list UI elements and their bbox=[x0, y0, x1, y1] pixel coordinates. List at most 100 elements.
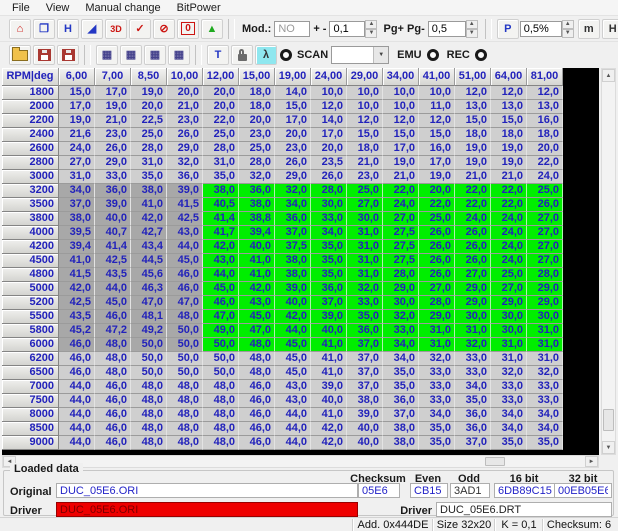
grid-cell[interactable]: 28,0 bbox=[383, 268, 419, 282]
grid-cell[interactable]: 32,0 bbox=[167, 156, 203, 170]
lock-button[interactable] bbox=[231, 45, 253, 65]
grid-cell[interactable]: 40,0 bbox=[239, 240, 275, 254]
grid-cell[interactable]: 40,0 bbox=[311, 394, 347, 408]
grid-cell[interactable]: 41,0 bbox=[311, 408, 347, 422]
grid-cell[interactable]: 50,0 bbox=[203, 352, 239, 366]
grid-cell[interactable]: 31,0 bbox=[347, 226, 383, 240]
grid-cell[interactable]: 31,0 bbox=[347, 254, 383, 268]
grid-cell[interactable]: 36,0 bbox=[455, 408, 491, 422]
grid-cell[interactable]: 14,0 bbox=[275, 86, 311, 100]
grid-cell[interactable]: 27,0 bbox=[527, 226, 563, 240]
grid-cell[interactable]: 41,4 bbox=[95, 240, 131, 254]
grid-cell[interactable]: 32,0 bbox=[383, 310, 419, 324]
grid-cell[interactable]: 31,0 bbox=[527, 324, 563, 338]
driver-file-field[interactable] bbox=[56, 502, 358, 517]
grid-cell[interactable]: 18,0 bbox=[491, 128, 527, 142]
grid-cell[interactable]: 20,0 bbox=[311, 142, 347, 156]
grid-cell[interactable]: 31,0 bbox=[347, 268, 383, 282]
map-list-button[interactable]: H bbox=[57, 19, 79, 39]
grid-cell[interactable]: 23,0 bbox=[239, 128, 275, 142]
grid-cell[interactable]: 35,0 bbox=[527, 436, 563, 450]
grid-cell[interactable]: 37,0 bbox=[455, 436, 491, 450]
grid-cell[interactable]: 20,0 bbox=[239, 114, 275, 128]
grid-cell[interactable]: 26,0 bbox=[167, 128, 203, 142]
grid-cell[interactable]: 42,5 bbox=[59, 296, 95, 310]
grid-cell[interactable]: 38,0 bbox=[383, 436, 419, 450]
row-header[interactable]: 2000 bbox=[2, 100, 59, 114]
grid-cell[interactable]: 30,0 bbox=[527, 310, 563, 324]
grid-cell[interactable]: 36,0 bbox=[311, 282, 347, 296]
grid-cell[interactable]: 40,5 bbox=[203, 198, 239, 212]
percent-input[interactable] bbox=[520, 21, 562, 37]
grid-cell[interactable]: 40,7 bbox=[95, 226, 131, 240]
grid-cell[interactable]: 45,6 bbox=[131, 268, 167, 282]
grid-cell[interactable]: 45,0 bbox=[95, 296, 131, 310]
grid-cell[interactable]: 38,0 bbox=[203, 184, 239, 198]
grid-cell[interactable]: 37,0 bbox=[347, 352, 383, 366]
grid-cell[interactable]: 48,0 bbox=[131, 436, 167, 450]
grid-cell[interactable]: 48,0 bbox=[203, 422, 239, 436]
grid-cell[interactable]: 18,0 bbox=[239, 100, 275, 114]
spin-up-icon[interactable]: ▲ bbox=[365, 20, 377, 29]
grid-cell[interactable]: 12,0 bbox=[455, 86, 491, 100]
grid-cell[interactable]: 37,0 bbox=[311, 296, 347, 310]
grid-cell[interactable]: 39,4 bbox=[239, 226, 275, 240]
save-button[interactable] bbox=[33, 45, 55, 65]
grid-cell[interactable]: 50,0 bbox=[167, 352, 203, 366]
window-layout-4-button[interactable]: ▦ bbox=[168, 45, 190, 65]
save-as-button[interactable] bbox=[57, 45, 79, 65]
grid-cell[interactable]: 46,3 bbox=[131, 282, 167, 296]
spin-up-icon[interactable]: ▲ bbox=[466, 20, 478, 29]
grid-cell[interactable]: 28,0 bbox=[311, 184, 347, 198]
grid-cell[interactable]: 20,0 bbox=[203, 86, 239, 100]
grid-cell[interactable]: 21,6 bbox=[59, 128, 95, 142]
open-file-button[interactable] bbox=[9, 45, 31, 65]
grid-cell[interactable]: 39,0 bbox=[311, 380, 347, 394]
row-header[interactable]: 5000 bbox=[2, 282, 59, 296]
grid-cell[interactable]: 46,0 bbox=[59, 352, 95, 366]
grid-cell[interactable]: 43,0 bbox=[203, 254, 239, 268]
grid-cell[interactable]: 16,0 bbox=[527, 114, 563, 128]
column-header[interactable]: 34,00 bbox=[383, 68, 419, 86]
grid-cell[interactable]: 33,0 bbox=[455, 352, 491, 366]
scroll-down-icon[interactable]: ▼ bbox=[602, 441, 615, 454]
grid-cell[interactable]: 29,0 bbox=[275, 170, 311, 184]
grid-cell[interactable]: 36,0 bbox=[239, 184, 275, 198]
grid-cell[interactable]: 20,0 bbox=[527, 142, 563, 156]
row-header[interactable]: 2400 bbox=[2, 128, 59, 142]
grid-cell[interactable]: 19,0 bbox=[455, 142, 491, 156]
grid-cell[interactable]: 33,0 bbox=[527, 380, 563, 394]
grid-cell[interactable]: 39,4 bbox=[59, 240, 95, 254]
grid-cell[interactable]: 40,0 bbox=[311, 324, 347, 338]
grid-cell[interactable]: 35,0 bbox=[419, 422, 455, 436]
dropdown-arrow-icon[interactable]: ▼ bbox=[373, 47, 388, 63]
grid-cell[interactable]: 19,0 bbox=[491, 156, 527, 170]
grid-cell[interactable]: 46,0 bbox=[59, 366, 95, 380]
grid-cell[interactable]: 48,0 bbox=[131, 394, 167, 408]
grid-cell[interactable]: 21,0 bbox=[491, 170, 527, 184]
grid-cell[interactable]: 12,0 bbox=[347, 114, 383, 128]
grid-cell[interactable]: 46,0 bbox=[95, 408, 131, 422]
row-header[interactable]: 6200 bbox=[2, 352, 59, 366]
grid-cell[interactable]: 25,0 bbox=[131, 128, 167, 142]
column-header[interactable]: 64,00 bbox=[491, 68, 527, 86]
grid-cell[interactable]: 43,4 bbox=[131, 240, 167, 254]
driver-drt-field[interactable] bbox=[436, 502, 612, 517]
grid-cell[interactable]: 44,0 bbox=[59, 408, 95, 422]
grid-cell[interactable]: 47,0 bbox=[167, 296, 203, 310]
grid-cell[interactable]: 50,0 bbox=[131, 352, 167, 366]
grid-cell[interactable]: 39,0 bbox=[311, 310, 347, 324]
grid-cell[interactable]: 42,5 bbox=[167, 212, 203, 226]
grid-cell[interactable]: 19,0 bbox=[383, 156, 419, 170]
grid-cell[interactable]: 48,0 bbox=[95, 352, 131, 366]
page-step-input[interactable] bbox=[428, 21, 466, 37]
grid-cell[interactable]: 47,0 bbox=[131, 296, 167, 310]
grid-cell[interactable]: 19,0 bbox=[59, 114, 95, 128]
odd-field[interactable] bbox=[450, 483, 490, 498]
grid-cell[interactable]: 50,0 bbox=[167, 338, 203, 352]
grid-cell[interactable]: 41,0 bbox=[239, 254, 275, 268]
zero-button[interactable]: 0 bbox=[177, 19, 199, 39]
grid-cell[interactable]: 36,0 bbox=[455, 422, 491, 436]
grid-cell[interactable]: 29,0 bbox=[527, 296, 563, 310]
row-header[interactable]: 5800 bbox=[2, 324, 59, 338]
